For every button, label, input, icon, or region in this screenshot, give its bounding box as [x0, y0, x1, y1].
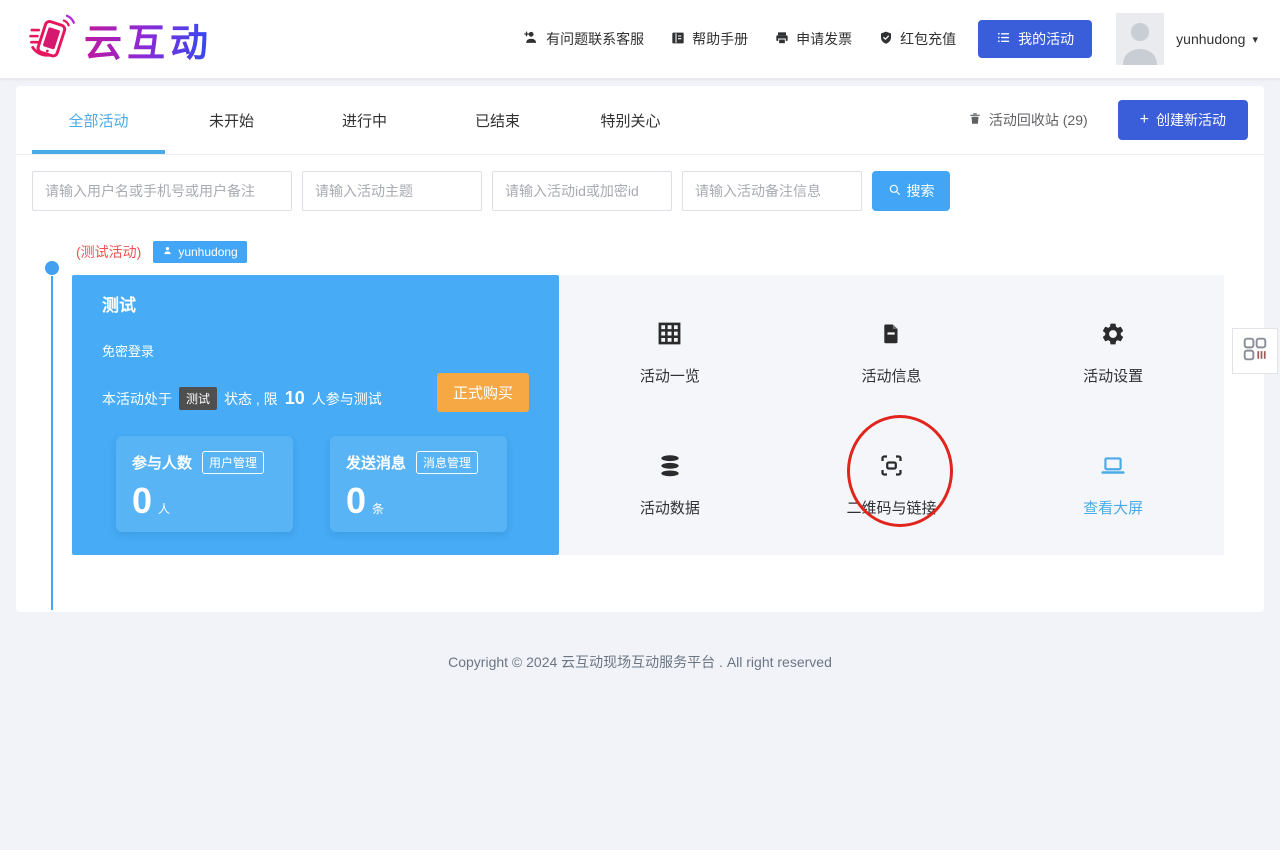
activity-login-mode: 免密登录 [102, 344, 155, 359]
activity-row: 测试 免密登录 本活动处于 测试 状态 , 限 10 人参与测试 正式购买 参与… [72, 275, 1224, 555]
recycle-bin-label: 活动回收站 (29) [988, 112, 1088, 128]
tab-in-progress[interactable]: 进行中 [298, 86, 431, 154]
shield-check-icon [878, 30, 894, 49]
buy-official-button[interactable]: 正式购买 [436, 373, 529, 412]
search-input-activity-id[interactable] [492, 171, 672, 211]
laptop-icon [1099, 453, 1127, 484]
gear-icon [1100, 321, 1126, 352]
stats-row: 参与人数 用户管理 0 人 发送消息 消息管理 0 条 [116, 436, 529, 532]
action-activity-overview[interactable]: 活动一览 [559, 287, 781, 419]
status-middle: 状态 , 限 [224, 390, 278, 407]
my-activities-label: 我的活动 [1018, 31, 1075, 47]
printer-icon [774, 30, 790, 49]
nav-label: 红包充值 [900, 31, 957, 47]
user-management-badge[interactable]: 用户管理 [202, 451, 265, 474]
action-label: 查看大屏 [1083, 499, 1144, 517]
caret-down-icon: ▾ [1252, 33, 1258, 46]
tab-special-focus[interactable]: 特别关心 [564, 86, 697, 154]
stat-unit: 人 [158, 502, 171, 516]
status-prefix: 本活动处于 [102, 390, 172, 407]
action-label: 活动信息 [861, 367, 922, 385]
search-icon [888, 183, 902, 200]
action-activity-data[interactable]: 活动数据 [559, 419, 781, 551]
search-input-topic[interactable] [302, 171, 482, 211]
tab-bar: 全部活动 未开始 进行中 已结束 特别关心 活动回收站 (29) + 创建新活动 [16, 86, 1264, 155]
activity-header: (测试活动) yunhudong [76, 241, 1264, 263]
recycle-bin-link[interactable]: 活动回收站 (29) [968, 110, 1088, 130]
database-icon [657, 453, 683, 484]
nav-label: 申请发票 [796, 31, 853, 47]
status-suffix: 人参与测试 [311, 390, 382, 407]
stat-value: 0 [346, 480, 367, 521]
tab-not-started[interactable]: 未开始 [165, 86, 298, 154]
search-button-label: 搜索 [906, 183, 935, 199]
create-activity-button[interactable]: + 创建新活动 [1117, 100, 1248, 140]
book-icon [670, 30, 686, 49]
stat-label: 发送消息 [346, 455, 407, 472]
logo[interactable]: 云互动 [24, 11, 213, 68]
footer: Copyright © 2024 云互动现场互动服务平台 . All right… [0, 652, 1280, 672]
nav-label: 有问题联系客服 [546, 31, 645, 47]
copyright-text: Copyright © 2024 云互动现场互动服务平台 . All right… [448, 654, 832, 670]
account-dropdown[interactable]: yunhudong ▾ [1176, 31, 1258, 47]
nav-label: 帮助手册 [692, 31, 749, 47]
stat-value: 0 [132, 480, 153, 521]
header-nav: 有问题联系客服 帮助手册 申请发票 红包充值 [523, 29, 956, 49]
action-activity-info[interactable]: 活动信息 [781, 287, 1003, 419]
status-limit: 10 [284, 388, 305, 408]
person-plus-icon [523, 29, 540, 49]
create-activity-label: 创建新活动 [1156, 112, 1226, 128]
search-filters: 搜索 [16, 155, 1264, 227]
tab-ended[interactable]: 已结束 [431, 86, 564, 154]
trash-icon [968, 111, 982, 129]
plus-icon: + [1139, 111, 1149, 128]
floating-qr-button[interactable] [1232, 328, 1278, 374]
logo-phone-hand-icon [24, 11, 76, 68]
nav-red-packet-recharge[interactable]: 红包充值 [878, 29, 956, 49]
grid-icon [656, 320, 683, 352]
action-label: 活动设置 [1083, 367, 1144, 385]
search-input-user[interactable] [32, 171, 292, 211]
tab-bar-right: 活动回收站 (29) + 创建新活动 [968, 100, 1248, 140]
qr-scan-icon [878, 452, 905, 484]
header: 云互动 有问题联系客服 帮助手册 申请发票 红包充值 我的活动 yunhudon… [0, 0, 1280, 78]
timeline-line [51, 276, 53, 610]
owner-badge-label: yunhudong [178, 245, 238, 259]
my-activities-button[interactable]: 我的活动 [978, 20, 1093, 58]
action-panel: 活动一览 活动信息 活动设置 活动数据 二维码与链接 查看大屏 [559, 275, 1224, 555]
activity-tag: (测试活动) [76, 244, 142, 260]
main-content-card: 全部活动 未开始 进行中 已结束 特别关心 活动回收站 (29) + 创建新活动 [16, 86, 1264, 612]
list-icon [996, 30, 1011, 48]
stat-card-participants: 参与人数 用户管理 0 人 [116, 436, 293, 532]
status-badge: 测试 [179, 387, 218, 410]
action-qrcode-links[interactable]: 二维码与链接 [781, 419, 1003, 551]
nav-request-invoice[interactable]: 申请发票 [774, 29, 852, 49]
avatar[interactable] [1116, 13, 1165, 65]
stat-card-messages: 发送消息 消息管理 0 条 [330, 436, 507, 532]
message-management-badge[interactable]: 消息管理 [416, 451, 479, 474]
tab-all-activities[interactable]: 全部活动 [32, 86, 165, 154]
stat-label: 参与人数 [132, 455, 193, 472]
search-input-note[interactable] [682, 171, 862, 211]
action-label: 活动一览 [639, 368, 700, 385]
search-button[interactable]: 搜索 [872, 171, 950, 211]
person-icon [162, 245, 173, 259]
timeline-dot [45, 261, 59, 275]
action-view-big-screen[interactable]: 查看大屏 [1002, 419, 1224, 551]
stat-unit: 条 [372, 502, 385, 516]
activity-summary-card[interactable]: 测试 免密登录 本活动处于 测试 状态 , 限 10 人参与测试 正式购买 参与… [72, 275, 559, 555]
owner-badge[interactable]: yunhudong [153, 241, 247, 263]
qr-mini-icon [1242, 336, 1268, 367]
document-icon [879, 321, 903, 352]
action-activity-settings[interactable]: 活动设置 [1002, 287, 1224, 419]
action-label: 二维码与链接 [846, 500, 937, 517]
action-label: 活动数据 [639, 499, 700, 517]
nav-contact-support[interactable]: 有问题联系客服 [523, 29, 644, 49]
logo-text: 云互动 [84, 12, 213, 67]
account-username: yunhudong [1176, 31, 1246, 47]
activity-title: 测试 [102, 296, 136, 315]
nav-help-manual[interactable]: 帮助手册 [670, 29, 748, 49]
